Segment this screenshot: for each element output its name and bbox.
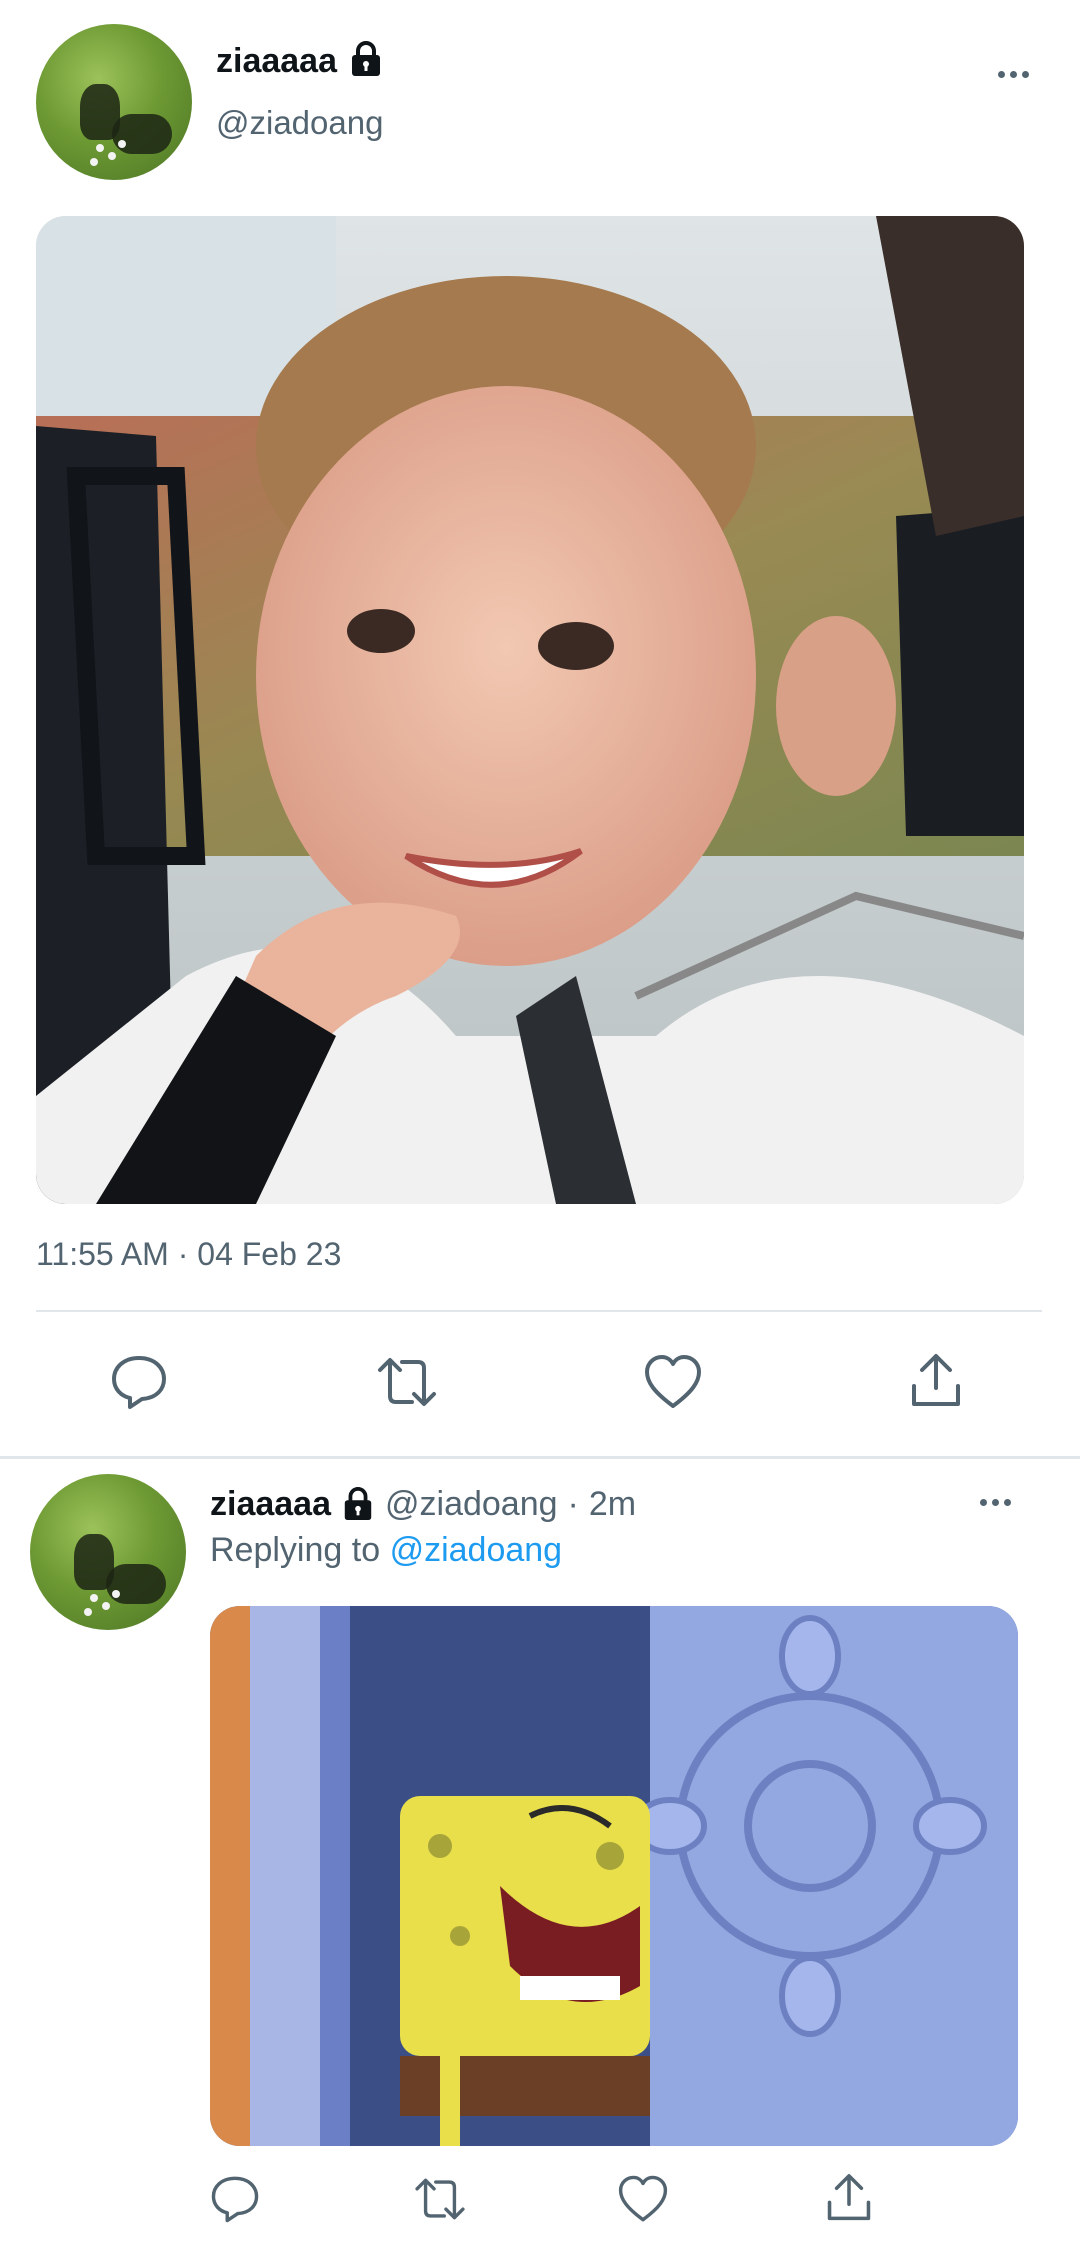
more-options-icon[interactable] <box>980 1496 1011 1508</box>
heart-icon[interactable] <box>618 2174 668 2224</box>
replying-to-line: Replying to @ziadoang <box>210 1528 562 1572</box>
reply-handle[interactable]: @ziadoang <box>385 1482 558 1526</box>
display-name[interactable]: ziaaaaa <box>216 40 337 82</box>
avatar[interactable] <box>36 24 192 180</box>
divider <box>36 1310 1042 1312</box>
replying-to-link[interactable]: @ziadoang <box>390 1531 563 1569</box>
more-options-icon[interactable] <box>998 68 1029 80</box>
heart-icon[interactable] <box>644 1354 702 1410</box>
retweet-icon[interactable] <box>374 1356 440 1408</box>
timestamp[interactable]: 11:55 AM · 04 Feb 23 <box>36 1234 341 1274</box>
reply-photo[interactable] <box>210 1606 1018 2146</box>
reply-icon[interactable] <box>210 2174 260 2224</box>
handle[interactable]: @ziadoang <box>216 102 383 144</box>
separator-dot: · <box>567 1485 579 1523</box>
lock-icon <box>348 40 384 78</box>
reply-icon[interactable] <box>110 1354 168 1410</box>
retweet-icon[interactable] <box>412 2176 468 2222</box>
share-icon[interactable] <box>910 1352 962 1410</box>
tweet-photo[interactable] <box>36 216 1024 1204</box>
share-icon[interactable] <box>826 2172 872 2224</box>
replying-to-label: Replying to <box>210 1531 381 1569</box>
reply-header: ziaaaaa @ziadoang · 2m <box>210 1482 636 1526</box>
reply-display-name[interactable]: ziaaaaa <box>210 1482 331 1526</box>
reply-avatar[interactable] <box>30 1474 186 1630</box>
lock-icon <box>341 1486 375 1522</box>
section-divider <box>0 1456 1080 1459</box>
reply-time[interactable]: 2m <box>589 1482 636 1526</box>
